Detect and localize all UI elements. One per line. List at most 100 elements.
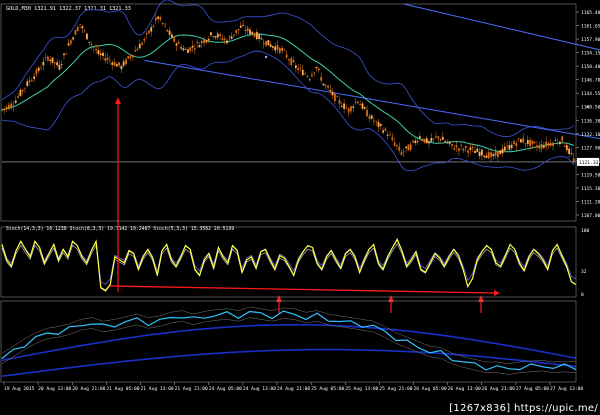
candle-body	[51, 57, 54, 63]
candle-body	[203, 39, 205, 44]
candle-body	[377, 122, 380, 127]
candle-body	[513, 141, 515, 145]
candle-body	[460, 145, 463, 146]
candle-body	[568, 148, 571, 154]
candle-body	[242, 24, 244, 27]
candle-body	[35, 69, 38, 75]
candle-body	[136, 49, 139, 51]
current-price-label: 1121.33	[579, 160, 599, 166]
candle-body	[223, 38, 226, 40]
time-tick-label: 26 Aug 21:00	[482, 386, 515, 392]
candle-body	[97, 50, 100, 54]
time-tick-label: 19 Aug 2015	[4, 386, 35, 392]
price-tick-label: 1150.40	[581, 64, 600, 70]
candle-body	[306, 76, 309, 78]
candle-body	[125, 59, 127, 64]
candle-body	[216, 33, 219, 38]
candle-body	[393, 142, 396, 146]
candle-body	[315, 66, 318, 69]
candle-body	[299, 67, 302, 69]
candle-body	[145, 33, 148, 34]
candle-body	[74, 30, 77, 35]
candle-body	[26, 81, 29, 86]
candle-body	[292, 60, 295, 62]
candle-body	[67, 43, 70, 46]
candle-body	[487, 152, 490, 159]
candle-body	[455, 145, 458, 148]
candle-body	[526, 140, 529, 144]
candle-body	[453, 148, 456, 150]
candle-body	[437, 136, 440, 139]
candle-body	[228, 36, 231, 37]
candle-body	[313, 72, 316, 74]
candle-body	[549, 143, 552, 146]
candle-body	[492, 153, 495, 157]
candle-body	[269, 44, 272, 47]
candle-body	[336, 96, 339, 98]
candle-body	[30, 80, 33, 82]
candle-body	[7, 104, 10, 110]
candle-body	[317, 69, 320, 70]
candle-body	[95, 49, 98, 51]
candle-body	[545, 141, 548, 147]
candle-body	[131, 54, 134, 58]
candle-body	[281, 48, 284, 51]
price-tick-label: 1127.90	[581, 145, 600, 151]
candle-body	[1, 109, 3, 111]
candle-body	[556, 142, 559, 144]
candle-body	[90, 44, 93, 45]
candle-body	[402, 151, 405, 153]
candle-body	[324, 85, 327, 86]
candle-body	[329, 89, 332, 92]
candle-body	[435, 136, 437, 138]
candle-body	[322, 83, 325, 86]
candle-body	[467, 150, 469, 153]
candle-body	[212, 36, 215, 38]
candle-body	[42, 61, 45, 66]
candle-body	[161, 23, 164, 24]
candle-body	[446, 142, 449, 144]
channel-marker	[264, 55, 268, 59]
candle-body	[407, 144, 410, 151]
candle-body	[175, 43, 178, 46]
price-tick-label: 1107.00	[581, 213, 600, 219]
candle-body	[65, 53, 68, 55]
candle-body	[53, 62, 56, 64]
candle-body	[196, 42, 199, 44]
candle-body	[200, 41, 203, 44]
candle-body	[102, 52, 104, 57]
candle-body	[515, 143, 518, 147]
candle-body	[148, 30, 150, 34]
candle-body	[104, 58, 107, 61]
candle-body	[570, 153, 573, 155]
candle-body	[421, 140, 424, 141]
candle-body	[210, 32, 212, 36]
candle-body	[290, 58, 293, 66]
candle-body	[405, 146, 407, 149]
candle-body	[320, 77, 323, 81]
candle-body	[118, 62, 120, 66]
time-tick-label: 24 Aug 05:00	[209, 386, 242, 392]
candle-body	[63, 53, 65, 56]
candle-body	[368, 116, 371, 119]
candle-body	[152, 26, 155, 27]
time-tick-label: 26 Aug 05:00	[414, 386, 447, 392]
candle-body	[474, 151, 476, 154]
candle-body	[239, 25, 242, 28]
price-chart-title: GOLD,M30 1321.91 1322.37 1321.31 1321.33	[6, 6, 131, 12]
candle-body	[384, 128, 387, 131]
candle-body	[370, 115, 373, 119]
candle-body	[56, 62, 59, 66]
candle-body	[115, 64, 118, 67]
candle-body	[327, 86, 329, 88]
candle-body	[69, 40, 72, 44]
candle-body	[193, 48, 196, 50]
time-tick-label: 24 Aug 13:00	[243, 386, 276, 392]
candle-body	[255, 31, 258, 40]
candle-body	[157, 16, 160, 19]
time-tick-label: 21 Aug 05:00	[106, 386, 139, 392]
candle-body	[180, 46, 182, 49]
candle-body	[33, 76, 36, 80]
candle-body	[79, 24, 81, 25]
candle-body	[230, 36, 233, 39]
